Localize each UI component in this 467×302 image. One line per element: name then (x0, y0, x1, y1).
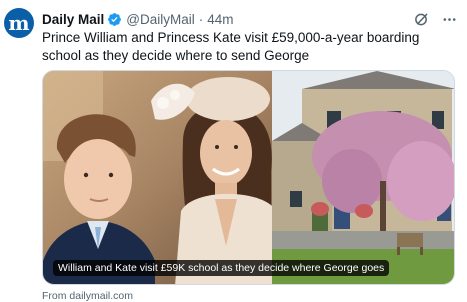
avatar[interactable]: m (4, 8, 34, 38)
display-name[interactable]: Daily Mail (42, 12, 104, 27)
tweet-text: Prince William and Princess Kate visit £… (42, 30, 420, 63)
avatar-letter: m (8, 11, 30, 35)
timestamp[interactable]: 44m (207, 12, 233, 27)
card-caption: William and Kate visit £59K school as th… (53, 260, 390, 276)
link-card[interactable]: William and Kate visit £59K school as th… (42, 70, 455, 285)
header-actions (413, 11, 457, 27)
handle[interactable]: @DailyMail (126, 12, 194, 27)
more-icon[interactable] (441, 11, 457, 27)
separator-dot: · (198, 11, 204, 27)
photo-royals (43, 71, 272, 284)
verified-badge-icon (107, 12, 122, 27)
photo-school (272, 71, 454, 284)
tweet-header: Daily Mail @DailyMail · 44m (42, 10, 457, 28)
grok-icon[interactable] (413, 11, 429, 27)
card-source[interactable]: From dailymail.com (42, 290, 133, 302)
